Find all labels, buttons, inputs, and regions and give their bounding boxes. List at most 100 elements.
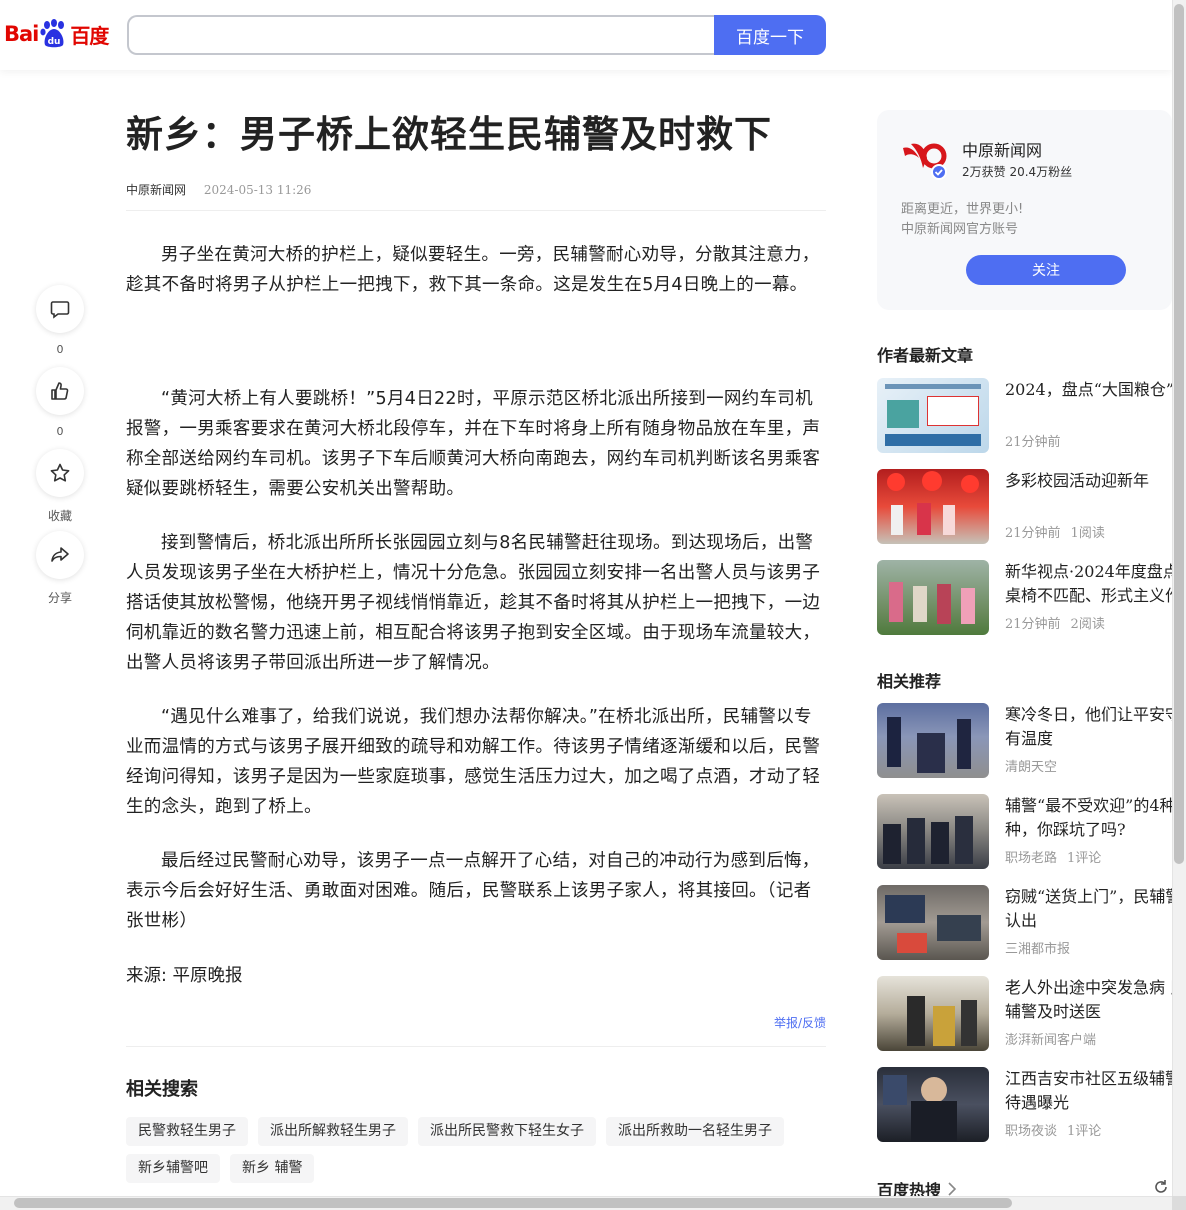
latest-article-card[interactable]: 2024，盘点“大国粮仓”关键词 21分钟前 [877,378,1172,453]
author-avatar[interactable] [901,134,947,180]
card-meta: 清朗天空 [1005,756,1057,775]
card-meta: 21分钟前 1阅读 [1005,522,1105,541]
recommend-card[interactable]: 窃贼“送货上门”，民辅警 认出 三湘都市报 [877,885,1172,960]
divider [126,210,826,211]
card-title[interactable]: 寒冷冬日，他们让平安守 有温度 [1005,703,1172,751]
search-input[interactable] [127,15,715,55]
card-title[interactable]: 新华视点·2024年度盘点 桌椅不匹配、形式主义作 [1005,560,1172,608]
report-feedback-link[interactable]: 举报/反馈 [774,1014,826,1031]
card-time: 21分钟前 [1005,435,1061,450]
article-thumbnail [877,794,989,869]
card-meta: 21分钟前 2阅读 [1005,613,1105,632]
share-action[interactable]: 分享 [36,531,84,606]
card-source: 澎湃新闻客户端 [1005,1033,1097,1048]
card-source: 三湘都市报 [1005,942,1071,957]
follow-button[interactable]: 关注 [966,255,1126,285]
related-search-tag[interactable]: 新乡辅警吧 [126,1154,220,1183]
article-paragraph-5: 最后经过民警耐心劝导，该男子一点一点解开了心结，对自己的冲动行为感到后悔，表示今… [126,851,820,931]
recommend-card[interactable]: 江西吉安市社区五级辅警 待遇曝光 职场夜谈 1评论 [877,1067,1172,1142]
scrollbar-corner [1172,1196,1186,1210]
author-desc-line: 中原新闻网官方账号 [901,222,1019,237]
like-action[interactable]: 0 [36,367,84,438]
card-title-line: 辅警及时送医 [1005,1002,1102,1021]
vertical-scrollbar-thumb[interactable] [1174,4,1184,864]
card-title-line: 桌椅不匹配、形式主义作 [1005,586,1172,605]
thumbs-up-icon [51,382,69,400]
collect-button[interactable] [36,449,84,497]
related-search-tag[interactable]: 派出所解救轻生男子 [258,1117,408,1146]
article-thumbnail [877,378,989,453]
card-title[interactable]: 多彩校园活动迎新年 [1005,469,1172,493]
refresh-icon[interactable] [1152,1178,1170,1196]
card-title[interactable]: 窃贼“送货上门”，民辅警 认出 [1005,885,1172,933]
article-thumbnail [877,976,989,1051]
top-header: Bai du 百度 百度一下 [0,0,1172,70]
article-thumbnail [877,1067,989,1142]
article-source: 来源: 平原晚报 [126,966,243,986]
card-source: 职场夜谈 [1005,1124,1058,1139]
share-button[interactable] [36,531,84,579]
card-title-line: 老人外出途中突发急病 民 [1005,978,1172,997]
related-search-title: 相关搜索 [126,1079,198,1100]
card-reads: 2阅读 [1070,617,1105,632]
card-title[interactable]: 江西吉安市社区五级辅警 待遇曝光 [1005,1067,1172,1115]
share-icon [51,547,69,562]
baidu-logo[interactable]: Bai du 百度 [4,16,109,52]
card-source: 清朗天空 [1005,760,1058,775]
related-search-tag[interactable]: 派出所救助一名轻生男子 [606,1117,784,1146]
paw-icon: du [40,19,65,48]
logo-text-bai: Bai [4,22,39,46]
article-paragraph-3: 接到警情后，桥北派出所所长张园园立刻与8名民辅警赶往现场。到达现场后，出警人员发… [126,533,821,673]
recommend-card[interactable]: 老人外出途中突发急病 民 辅警及时送医 澎湃新闻客户端 [877,976,1172,1051]
recommend-title: 相关推荐 [877,672,942,691]
comment-action[interactable]: 0 [36,285,84,356]
svg-text:du: du [48,37,61,47]
card-title-line: 江西吉安市社区五级辅警 [1005,1069,1172,1088]
recommend-card[interactable]: 辅警“最不受欢迎”的4种 种，你踩坑了吗? 职场老路 1评论 [877,794,1172,869]
card-title-line: 认出 [1005,911,1038,930]
author-stats: 2万获赞 20.4万粉丝 [962,165,1073,179]
article-paragraph-4: “遇见什么难事了，给我们说说，我们想办法帮你解决。”在桥北派出所，民辅警以专业而… [126,707,821,817]
card-meta: 职场夜谈 1评论 [1005,1120,1101,1139]
article-meta: 中原新闻网 2024-05-13 11:26 [126,181,311,198]
related-search-tag[interactable]: 民警救轻生男子 [126,1117,248,1146]
card-time: 21分钟前 [1005,526,1061,541]
author-name[interactable]: 中原新闻网 [962,137,1042,161]
card-comments: 1评论 [1067,851,1102,866]
latest-article-card[interactable]: 多彩校园活动迎新年 21分钟前 1阅读 [877,469,1172,544]
author-card: 中原新闻网 2万获赞 20.4万粉丝 距离更近，世界更小! 中原新闻网官方账号 … [877,110,1172,310]
card-title-line: 有温度 [1005,729,1054,748]
article-thumbnail [877,469,989,544]
card-title[interactable]: 辅警“最不受欢迎”的4种 种，你踩坑了吗? [1005,794,1172,842]
article-thumbnail [877,885,989,960]
card-reads: 1阅读 [1070,526,1105,541]
like-button[interactable] [36,367,84,415]
card-meta: 职场老路 1评论 [1005,847,1101,866]
card-title-line: 种，你踩坑了吗? [1005,820,1126,839]
card-meta: 三湘都市报 [1005,938,1070,957]
horizontal-scrollbar-thumb[interactable] [14,1198,1012,1208]
chevron-right-icon [948,1182,957,1196]
latest-article-card[interactable]: 新华视点·2024年度盘点 桌椅不匹配、形式主义作 21分钟前 2阅读 [877,560,1172,635]
card-meta: 澎湃新闻客户端 [1005,1029,1096,1048]
comment-count: 0 [56,343,64,356]
like-count: 0 [56,425,64,438]
related-search-tags: 民警救轻生男子 派出所解救轻生男子 派出所民警救下轻生女子 派出所救助一名轻生男… [126,1117,826,1183]
card-title[interactable]: 2024，盘点“大国粮仓”关键词 [1005,378,1172,402]
related-search-tag[interactable]: 新乡 辅警 [230,1154,315,1183]
logo-text-baidu: 百度 [70,23,109,48]
related-search-tag[interactable]: 派出所民警救下轻生女子 [418,1117,596,1146]
comment-icon [50,301,70,319]
comment-button[interactable] [36,285,84,333]
article-paragraph-2: “黄河大桥上有人要跳桥！”5月4日22时，平原示范区桥北派出所接到一网约车司机报… [126,389,821,499]
card-comments: 1评论 [1067,1124,1102,1139]
card-title[interactable]: 老人外出途中突发急病 民 辅警及时送医 [1005,976,1172,1024]
recommend-card[interactable]: 寒冷冬日，他们让平安守 有温度 清朗天空 [877,703,1172,778]
search-button[interactable]: 百度一下 [714,15,826,55]
collect-action[interactable]: 收藏 [36,449,84,524]
article-author[interactable]: 中原新闻网 [126,183,186,197]
article-thumbnail [877,560,989,635]
card-title-line: 辅警“最不受欢迎”的4种 [1005,796,1172,815]
card-source: 职场老路 [1005,851,1058,866]
card-meta: 21分钟前 [1005,431,1061,450]
